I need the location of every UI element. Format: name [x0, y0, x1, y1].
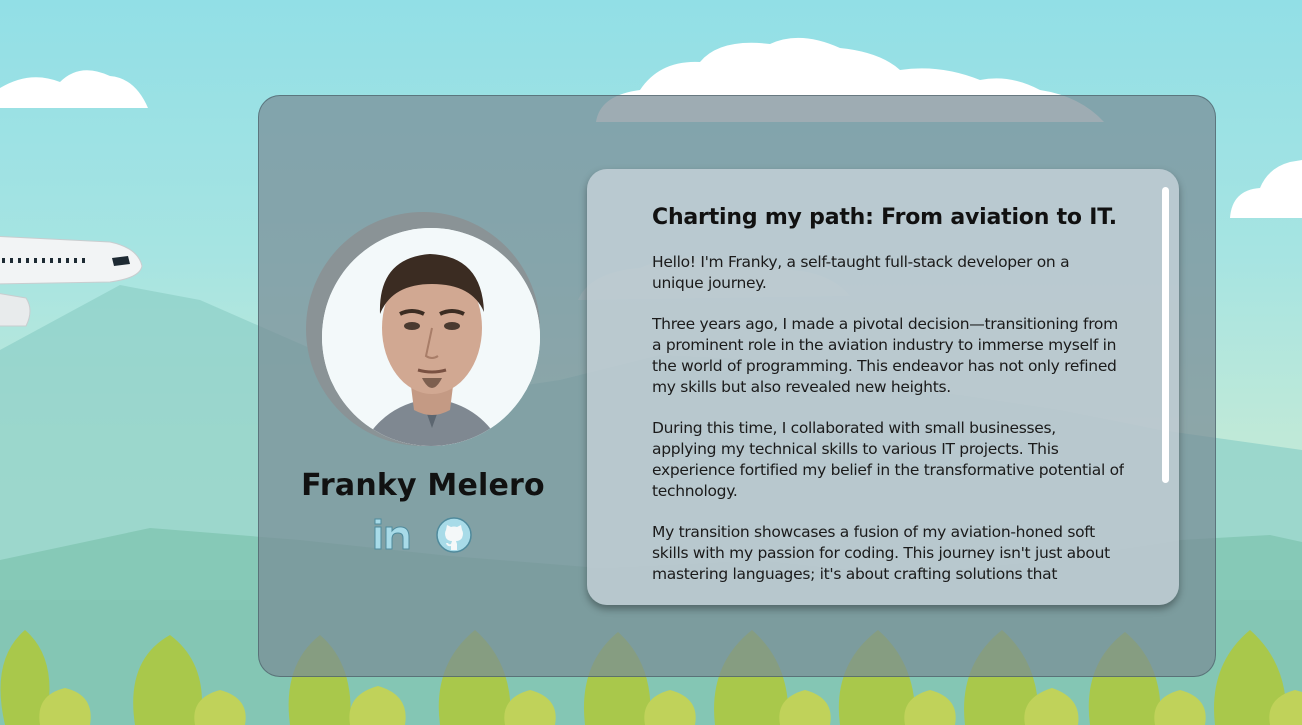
about-panel: Charting my path: From aviation to IT. H… — [587, 169, 1179, 605]
about-content: Charting my path: From aviation to IT. H… — [652, 169, 1124, 605]
linkedin-icon — [374, 518, 410, 550]
about-paragraph: My transition showcases a fusion of my a… — [652, 523, 1110, 583]
linkedin-link[interactable] — [372, 515, 412, 555]
about-paragraph: During this time, I collaborated with sm… — [652, 419, 1124, 500]
about-paragraph: Hello! I'm Franky, a self-taught full-st… — [652, 253, 1070, 292]
profile-photo — [322, 228, 540, 446]
about-title: Charting my path: From aviation to IT. — [652, 205, 1117, 230]
avatar — [298, 212, 548, 446]
profile-name: Franky Melero — [301, 468, 545, 503]
about-scrollbar[interactable] — [1162, 187, 1169, 483]
profile-card: Franky Melero Charting my path: From avi… — [258, 95, 1216, 677]
background-scene: Franky Melero Charting my path: From avi… — [0, 0, 1302, 725]
github-link[interactable] — [434, 515, 474, 555]
airplane-illustration — [0, 235, 143, 327]
profile-section: Franky Melero — [297, 212, 549, 555]
github-icon — [436, 517, 472, 553]
portrait-image — [322, 228, 540, 446]
social-links — [297, 515, 549, 555]
about-paragraph: Three years ago, I made a pivotal decisi… — [652, 315, 1118, 396]
